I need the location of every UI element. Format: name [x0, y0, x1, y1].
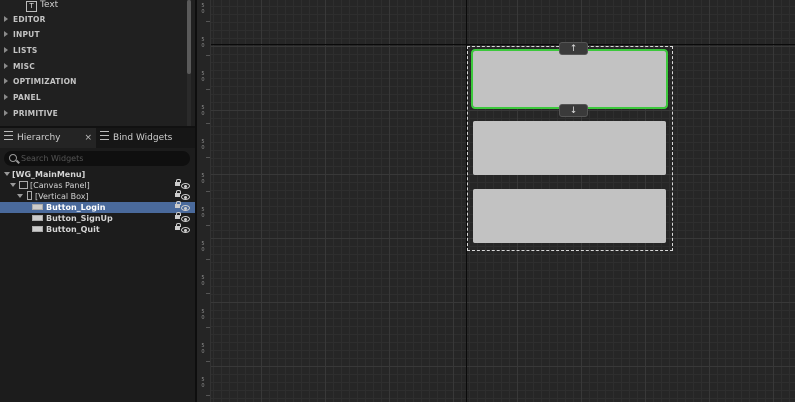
vertical-ruler: 505050505050505050505050 [197, 0, 211, 402]
tree-row-button-signup[interactable]: Button_SignUp [0, 212, 195, 224]
palette-category-panel[interactable]: PANEL [4, 91, 41, 105]
move-up-button[interactable]: ↑ [559, 42, 588, 55]
tree-row-label: Button_SignUp [46, 214, 113, 223]
visibility-eye-icon[interactable] [181, 216, 190, 222]
collapsed-arrow-icon [4, 31, 8, 37]
collapsed-arrow-icon [4, 94, 8, 100]
tree-row-label: [Vertical Box] [35, 192, 89, 201]
ruler-tick [206, 361, 210, 362]
visibility-eye-icon[interactable] [181, 227, 190, 233]
tab-hierarchy[interactable]: Hierarchy × [0, 128, 96, 148]
visibility-eye-icon[interactable] [181, 183, 190, 189]
tree-row-button-login[interactable]: Button_Login [0, 201, 195, 213]
tab-bind-widgets[interactable]: Bind Widgets [100, 128, 195, 148]
ruler-tick [206, 89, 210, 90]
hierarchy-tab-bar: Hierarchy × Bind Widgets [0, 128, 195, 148]
palette-category-input[interactable]: INPUT [4, 28, 40, 42]
palette-panel: T Text EDITOR INPUT LISTS MISC OPTIMIZATI… [0, 0, 195, 126]
canvas-button-login[interactable] [471, 49, 668, 109]
ruler-tick-label: 0 [201, 111, 205, 117]
palette-item-text-label: Text [40, 0, 59, 10]
ruler-tick-label: 0 [201, 247, 205, 253]
ruler-tick-label: 0 [201, 77, 205, 83]
category-label: OPTIMIZATION [13, 77, 77, 86]
collapsed-arrow-icon [4, 47, 8, 53]
ruler-tick-label: 0 [201, 145, 205, 151]
palette-category-lists[interactable]: LISTS [4, 44, 38, 58]
tree-row-label: [WG_MainMenu] [12, 170, 86, 179]
text-widget-icon: T [26, 1, 37, 12]
canvas-panel-icon [19, 181, 28, 189]
ruler-tick-label: 0 [201, 179, 205, 185]
ruler-tick [206, 395, 210, 396]
collapsed-arrow-icon [4, 63, 8, 69]
lock-icon[interactable] [175, 190, 181, 197]
ruler-tick-label: 0 [201, 281, 205, 287]
ruler-tick [206, 123, 210, 124]
ruler-tick-label: 0 [201, 349, 205, 355]
palette-category-misc[interactable]: MISC [4, 60, 35, 74]
canvas-origin-axis-horizontal [211, 44, 795, 45]
tree-row-label: [Canvas Panel] [30, 181, 90, 190]
tree-row-canvas-panel[interactable]: [Canvas Panel] [0, 179, 195, 191]
category-label: INPUT [13, 30, 40, 39]
vertical-box-icon [27, 191, 32, 200]
expanded-arrow-icon[interactable] [10, 183, 16, 187]
tree-row-label: Button_Quit [46, 225, 100, 234]
canvas-button-signup[interactable] [473, 121, 666, 175]
ruler-tick-label: 0 [201, 383, 205, 389]
left-panel: T Text EDITOR INPUT LISTS MISC OPTIMIZATI… [0, 0, 195, 402]
search-widgets-input[interactable] [21, 151, 181, 166]
palette-scrollbar-thumb[interactable] [187, 0, 191, 74]
collapsed-arrow-icon [4, 110, 8, 116]
button-widget-icon [32, 215, 43, 221]
palette-item-text[interactable]: T Text [26, 0, 59, 12]
bind-widgets-icon [100, 131, 109, 140]
ruler-tick [206, 225, 210, 226]
ruler-tick [206, 21, 210, 22]
search-icon [9, 154, 17, 162]
tree-row-wg-mainmenu[interactable]: [WG_MainMenu] [0, 169, 195, 180]
lock-icon[interactable] [175, 201, 181, 208]
category-label: PANEL [13, 93, 41, 102]
lock-icon[interactable] [175, 212, 181, 219]
lock-icon[interactable] [175, 179, 181, 186]
canvas-button-quit[interactable] [473, 189, 666, 243]
close-tab-icon[interactable]: × [84, 128, 92, 148]
lock-icon[interactable] [175, 223, 181, 230]
ruler-tick-label: 0 [201, 9, 205, 15]
palette-category-optimization[interactable]: OPTIMIZATION [4, 75, 77, 89]
palette-category-editor[interactable]: EDITOR [4, 13, 46, 27]
collapsed-arrow-icon [4, 16, 8, 22]
move-down-button[interactable]: ↓ [559, 104, 588, 117]
expanded-arrow-icon[interactable] [17, 194, 23, 198]
ruler-tick [206, 293, 210, 294]
hierarchy-icon [4, 131, 13, 140]
collapsed-arrow-icon [4, 78, 8, 84]
category-label: EDITOR [13, 15, 46, 24]
tab-bind-widgets-label: Bind Widgets [113, 133, 173, 143]
visibility-eye-icon[interactable] [181, 205, 190, 211]
category-label: PRIMITIVE [13, 109, 58, 118]
ruler-tick-label: 0 [201, 315, 205, 321]
tree-row-button-quit[interactable]: Button_Quit [0, 223, 195, 235]
ruler-tick-label: 0 [201, 213, 205, 219]
ruler-tick [206, 191, 210, 192]
ruler-tick-label: 0 [201, 43, 205, 49]
ruler-tick [206, 259, 210, 260]
category-label: MISC [13, 62, 35, 71]
palette-category-primitive[interactable]: PRIMITIVE [4, 107, 58, 121]
ruler-tick [206, 55, 210, 56]
tree-row-vertical-box[interactable]: [Vertical Box] [0, 190, 195, 202]
ruler-tick [206, 157, 210, 158]
visibility-eye-icon[interactable] [181, 194, 190, 200]
ruler-tick [206, 327, 210, 328]
tree-row-label: Button_Login [46, 203, 106, 212]
button-widget-icon [32, 204, 43, 210]
button-widget-icon [32, 226, 43, 232]
search-widgets-box [4, 151, 190, 166]
category-label: LISTS [13, 46, 38, 55]
expanded-arrow-icon[interactable] [4, 172, 10, 176]
tab-hierarchy-label: Hierarchy [17, 133, 61, 143]
